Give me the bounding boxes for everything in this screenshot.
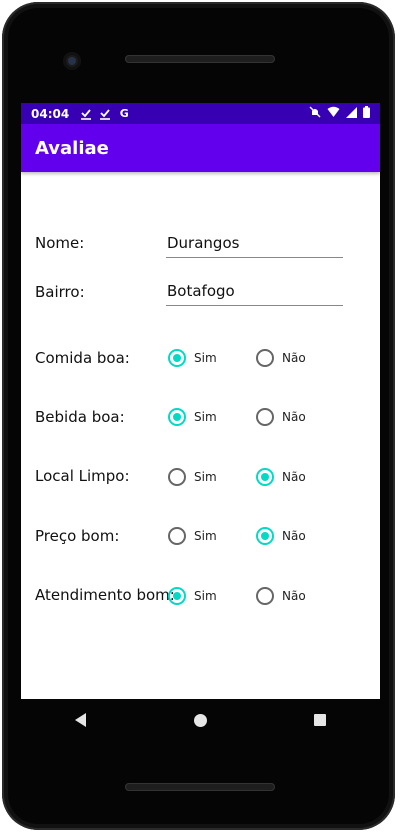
radio-checked-icon xyxy=(168,349,186,367)
radio-checked-icon xyxy=(256,527,274,545)
radio-unchecked-icon xyxy=(256,408,274,426)
app-screen: 04:04 G Avaliae Nome: Bairro xyxy=(21,103,380,699)
status-right-icons xyxy=(309,106,370,121)
radio-label: Não xyxy=(282,470,306,484)
atendimento-bom-sim-radio[interactable]: Sim xyxy=(168,587,217,605)
radio-label: Sim xyxy=(194,410,217,424)
mute-icon xyxy=(309,106,321,121)
home-button[interactable] xyxy=(180,700,220,740)
radio-unchecked-icon xyxy=(256,587,274,605)
app-bar: Avaliae xyxy=(21,124,380,172)
nome-label: Nome: xyxy=(35,234,85,252)
preco-bom-sim-radio[interactable]: Sim xyxy=(168,527,217,545)
atendimento-bom-label: Atendimento bom: xyxy=(35,586,175,604)
navigation-bar xyxy=(21,699,380,741)
radio-unchecked-icon xyxy=(168,468,186,486)
bottom-speaker xyxy=(125,783,275,791)
radio-checked-icon xyxy=(168,408,186,426)
radio-unchecked-icon xyxy=(256,349,274,367)
bebida-boa-nao-radio[interactable]: Não xyxy=(256,408,306,426)
download-done-icon xyxy=(98,107,112,121)
radio-label: Sim xyxy=(194,529,217,543)
preco-bom-label: Preço bom: xyxy=(35,527,120,545)
back-icon xyxy=(75,713,87,727)
bairro-field[interactable] xyxy=(166,279,343,306)
comida-boa-nao-radio[interactable]: Não xyxy=(256,349,306,367)
comida-boa-sim-radio[interactable]: Sim xyxy=(168,349,217,367)
recents-icon xyxy=(314,714,327,726)
radio-unchecked-icon xyxy=(168,527,186,545)
local-limpo-label: Local Limpo: xyxy=(35,467,130,485)
radio-label: Não xyxy=(282,529,306,543)
local-limpo-nao-radio[interactable]: Não xyxy=(256,468,306,486)
radio-label: Sim xyxy=(194,470,217,484)
download-done-icon xyxy=(79,107,93,121)
radio-label: Não xyxy=(282,410,306,424)
radio-label: Não xyxy=(282,589,306,603)
nome-field[interactable] xyxy=(166,231,343,258)
radio-label: Sim xyxy=(194,351,217,365)
battery-icon xyxy=(363,106,370,121)
home-icon xyxy=(193,713,207,727)
wifi-icon xyxy=(327,106,340,121)
comida-boa-label: Comida boa: xyxy=(35,349,130,367)
front-camera xyxy=(63,52,81,70)
radio-checked-icon xyxy=(168,587,186,605)
radio-label: Não xyxy=(282,351,306,365)
status-bar: 04:04 G xyxy=(21,103,380,124)
signal-icon xyxy=(346,106,357,121)
recents-button[interactable] xyxy=(300,700,340,740)
status-time: 04:04 xyxy=(31,106,70,121)
atendimento-bom-nao-radio[interactable]: Não xyxy=(256,587,306,605)
back-button[interactable] xyxy=(61,700,101,740)
bebida-boa-label: Bebida boa: xyxy=(35,408,125,426)
top-speaker xyxy=(125,55,275,63)
bebida-boa-sim-radio[interactable]: Sim xyxy=(168,408,217,426)
bairro-label: Bairro: xyxy=(35,283,85,301)
radio-label: Sim xyxy=(194,589,217,603)
google-icon: G xyxy=(119,107,129,120)
app-title: Avaliae xyxy=(35,137,109,159)
local-limpo-sim-radio[interactable]: Sim xyxy=(168,468,217,486)
radio-checked-icon xyxy=(256,468,274,486)
preco-bom-nao-radio[interactable]: Não xyxy=(256,527,306,545)
